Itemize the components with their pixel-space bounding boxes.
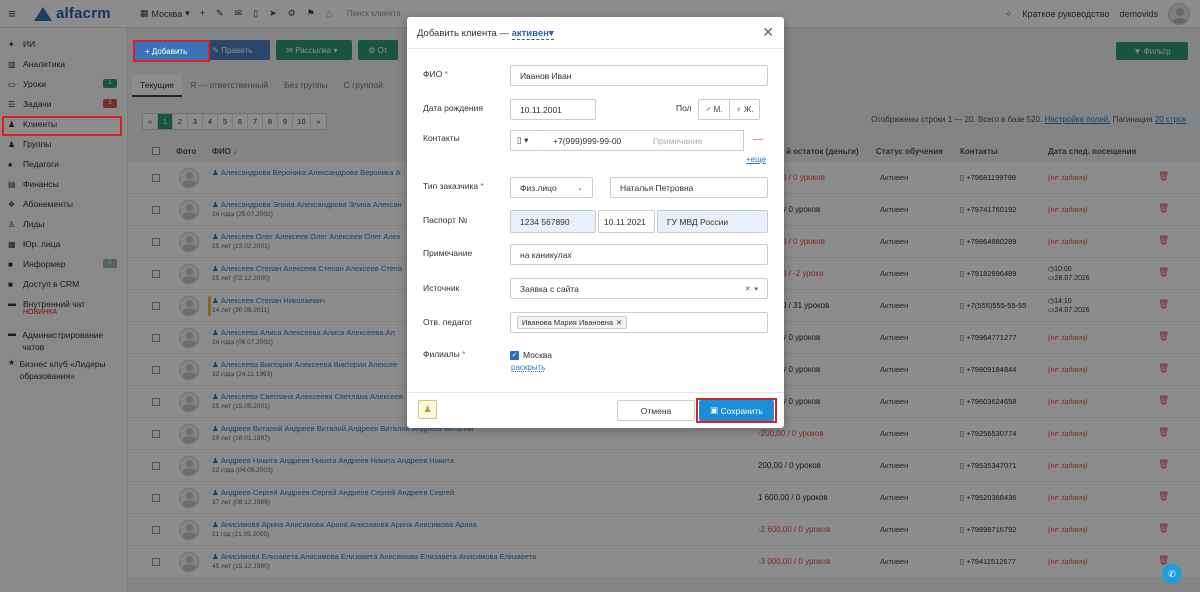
passport-date-input[interactable]: 10.11.2021 [598,210,655,233]
phone-note-input[interactable]: Примечание [644,130,744,151]
contact-type-select[interactable]: ▯ ▾ [510,130,545,151]
label-fio: ФИО * [423,69,448,79]
customer-name-input[interactable]: Наталья Петровна [610,177,768,198]
remove-tag-icon[interactable]: ✕ [616,318,622,327]
gender-female-button[interactable]: ♀ Ж. [729,100,759,119]
label-birth: Дата рождения [423,103,483,113]
male-icon: ♂ [705,105,712,114]
remove-contact-icon[interactable]: — [753,134,763,145]
clients-highlight [2,116,122,136]
label-teacher: Отв. педагог [423,317,473,327]
clear-and-chevron-icon[interactable]: ✕ ▾ [745,285,758,293]
save-highlight [696,398,777,423]
modal-footer: ♟ Отмена ▣ Сохранить [407,392,784,428]
required-mark: * [462,349,466,359]
modal-title: Добавить клиента — активен▾ [417,28,554,40]
cancel-button[interactable]: Отмена [617,400,695,421]
passport-number-input[interactable]: 1234 567890 [510,210,596,233]
status-dropdown[interactable]: активен▾ [511,28,554,40]
gender-male-button[interactable]: ♂ М. [699,100,729,119]
label-branches: Филиалы * [423,349,466,359]
add-client-modal: Добавить клиента — активен▾ ✕ ФИО * Иван… [407,17,784,428]
required-mark: * [480,181,484,191]
label-note: Примечание [423,248,473,258]
checkmark-icon: ✓ [510,350,519,360]
add-button-overlay[interactable]: + Добавить [135,42,208,60]
close-icon[interactable]: ✕ [762,24,774,41]
customer-type-select[interactable]: Физ.лицо ⌄ [510,177,593,198]
phone-input[interactable]: +7(999)999-99-00 [544,130,645,151]
required-mark: * [444,69,448,79]
modal-header: Добавить клиента — активен▾ ✕ [407,17,784,49]
label-passport: Паспорт № [423,215,468,225]
passport-issuer-input[interactable]: ГУ МВД России [657,210,768,233]
teacher-tag: Иванова Мария Ивановна ✕ [517,316,628,329]
user-card-icon[interactable]: ♟ [418,400,437,419]
phone-icon: ▯ [517,135,522,145]
chevron-down-icon: ▾ [524,135,529,145]
label-customer-type: Тип заказчика * [423,181,484,191]
source-select[interactable]: Заявка с сайта ✕ ▾ [510,278,768,299]
add-more-contacts-link[interactable]: +еще [746,155,766,164]
label-source: Источник [423,283,460,293]
note-textarea[interactable]: на каникулах [510,244,768,265]
chat-support-icon[interactable]: ✆ [1162,564,1182,584]
expand-branches-link[interactable]: раскрыть [511,363,545,372]
chevron-down-icon: ⌄ [577,184,583,192]
teacher-multiselect[interactable]: Иванова Мария Ивановна ✕ [510,312,768,333]
female-icon: ♀ [735,105,742,114]
gender-toggle: ♂ М. ♀ Ж. [698,99,760,120]
label-gender: Пол [676,103,692,113]
label-contacts: Контакты [423,133,460,143]
branch-moscow-checkbox[interactable]: ✓ Москва [510,350,552,360]
fio-input[interactable]: Иванов Иван [510,65,768,86]
birth-date-input[interactable]: 10.11.2001 [510,99,596,120]
chevron-down-icon: ▾ [548,28,554,39]
